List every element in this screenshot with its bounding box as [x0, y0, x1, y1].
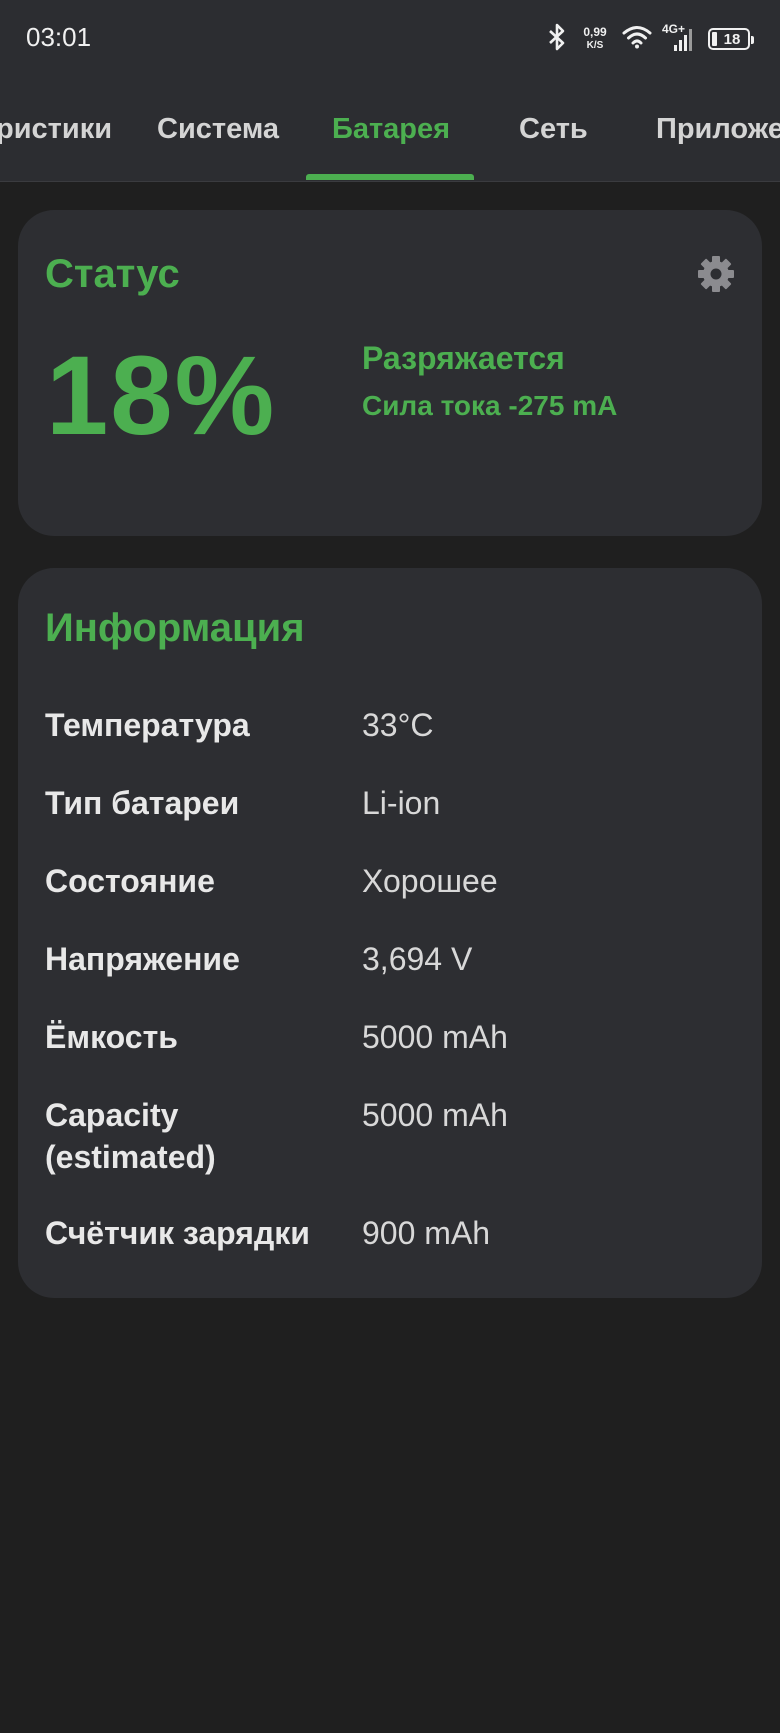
battery-percent: 18% [46, 333, 277, 458]
net-speed-value: 0,99 [583, 25, 607, 39]
battery-level: 18 [723, 30, 741, 48]
battery-fill [712, 32, 717, 46]
info-value: Хорошее [362, 863, 498, 899]
info-value: 5000 mAh [362, 1019, 508, 1055]
info-key: Ёмкость [45, 1019, 178, 1055]
info-card: Информация Температура 33°C Тип батареи … [18, 568, 762, 1298]
info-key: Напряжение [45, 941, 240, 977]
info-key: Тип батареи [45, 785, 240, 821]
wifi-icon [622, 25, 652, 54]
battery-icon: 18 [708, 28, 754, 50]
tab-characteristics[interactable]: ристики [0, 113, 112, 146]
info-value: 33°C [362, 707, 434, 743]
info-key: Состояние [45, 863, 215, 899]
info-key: Температура [45, 707, 250, 743]
tab-strip: ристики Система Батарея Сеть Приложе [0, 95, 780, 181]
status-card: Статус 18% Разряжается Сила тока -275 mA [18, 210, 762, 536]
info-key: Счётчик зарядки [45, 1215, 310, 1251]
current-reading: Сила тока -275 mA [362, 390, 618, 421]
status-title: Статус [45, 252, 180, 296]
signal-icon: 4G+ [662, 22, 698, 53]
info-title: Информация [45, 606, 305, 650]
net-speed-unit: K/S [586, 40, 604, 51]
info-value: Li-ion [362, 785, 441, 821]
info-value: 5000 mAh [362, 1097, 508, 1133]
tab-network[interactable]: Сеть [519, 113, 588, 146]
info-key: Capacity (estimated) [45, 1097, 216, 1175]
charge-state: Разряжается [362, 340, 565, 376]
status-time: 03:01 [26, 22, 92, 52]
tab-indicator [306, 174, 474, 180]
net-speed: 0,99 K/S [578, 26, 612, 52]
status-bar: 03:01 0,99 K/S 4G+ 18 [0, 0, 780, 80]
tab-apps[interactable]: Приложе [656, 113, 780, 146]
tab-system[interactable]: Система [157, 113, 279, 146]
tab-battery[interactable]: Батарея [332, 113, 450, 146]
info-value: 900 mAh [362, 1215, 491, 1251]
app-bar: 03:01 0,99 K/S 4G+ 18 ристики Система Ба… [0, 0, 780, 182]
info-value: 3,694 V [362, 941, 473, 977]
gear-icon[interactable] [696, 254, 736, 294]
status-icons: 0,99 K/S 4G+ 18 [546, 22, 754, 56]
bluetooth-icon [546, 23, 568, 56]
